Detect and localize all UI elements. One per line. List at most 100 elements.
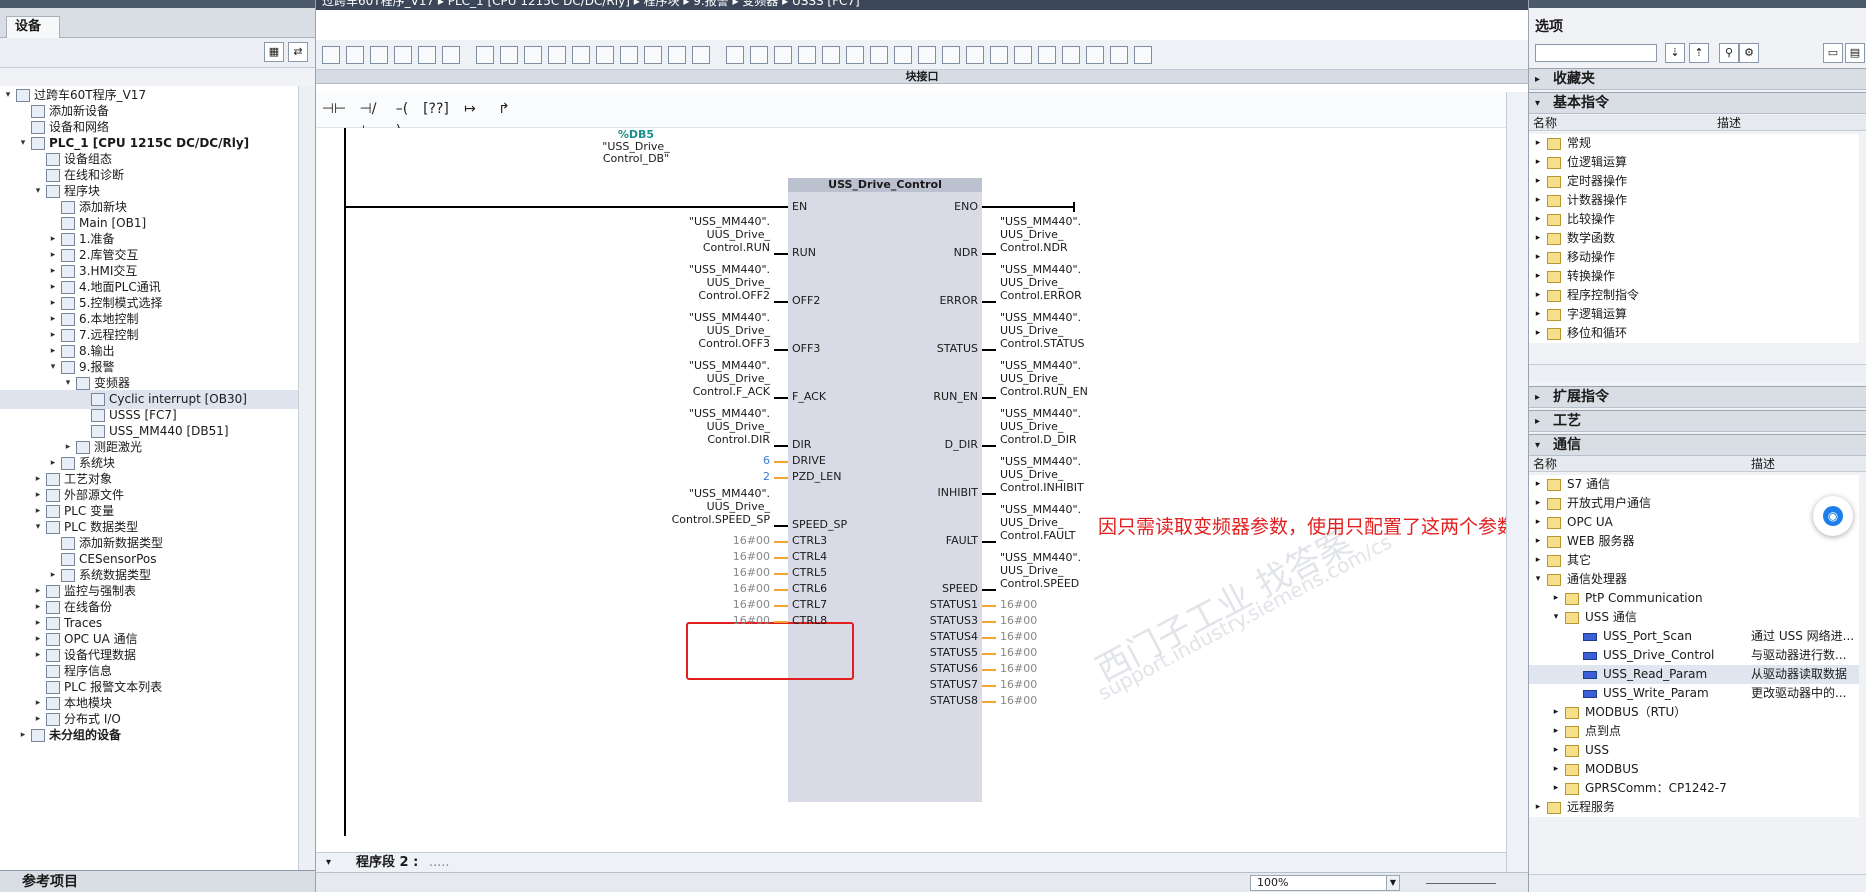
tree-item[interactable]: ▸ 未分组的设备 [0, 726, 298, 745]
expand-icon[interactable]: ▸ [1551, 722, 1561, 741]
output-operand[interactable]: 16#00 [1000, 630, 1037, 643]
input-operand[interactable]: 16#00 [733, 582, 770, 595]
basic-instruction-item[interactable]: ▸ 位逻辑运算 [1529, 153, 1859, 172]
basic-instruction-item[interactable]: ▸ 转换操作 [1529, 267, 1859, 286]
input-operand[interactable]: "USS_MM440". UUS_Drive_ Control.OFF3 [689, 311, 770, 350]
output-operand[interactable]: "USS_MM440". UUS_Drive_ Control.STATUS [1000, 311, 1085, 350]
basic-instruction-item[interactable]: ▸ 数学函数 [1529, 229, 1859, 248]
editor-tool-icon[interactable] [644, 46, 662, 64]
input-operand[interactable]: 16#00 [733, 534, 770, 547]
editor-tool-icon[interactable] [476, 46, 494, 64]
view-detail-icon[interactable]: ▤ [1845, 43, 1865, 63]
comm-instruction-item[interactable]: ▸ WEB 服务器 [1529, 532, 1859, 551]
tab-devices[interactable]: 设备 [6, 16, 60, 38]
comm-instruction-item[interactable]: ▸ S7 通信 [1529, 475, 1859, 494]
instance-db-name-2[interactable]: Control_DB" [426, 153, 846, 165]
editor-tool-icon[interactable] [894, 46, 912, 64]
expand-icon[interactable]: ▸ [1551, 703, 1561, 722]
ladder-element-button[interactable]: –( )– [388, 98, 416, 139]
editor-tool-icon[interactable] [750, 46, 768, 64]
instruction-search-input[interactable] [1535, 44, 1657, 62]
section-communication[interactable]: ▾ 通信 [1529, 434, 1866, 456]
basic-instruction-item[interactable]: ▸ 计数器操作 [1529, 191, 1859, 210]
settings-icon[interactable]: ⚙ [1739, 43, 1759, 63]
comm-instruction-item[interactable]: ▸ OPC UA [1529, 513, 1859, 532]
comm-instruction-item[interactable]: USS_Write_Param 更改驱动器中的... [1529, 684, 1859, 703]
editor-tool-icon[interactable] [774, 46, 792, 64]
editor-tool-icon[interactable] [1014, 46, 1032, 64]
network-2-header[interactable]: ▾ 程序段 2 : ..... [316, 852, 1506, 872]
expand-icon[interactable]: ▸ [17, 726, 29, 745]
editor-tool-icon[interactable] [572, 46, 590, 64]
editor-tool-icon[interactable] [620, 46, 638, 64]
block-interface-bar[interactable]: 块接口 [316, 70, 1528, 84]
comm-instruction-item[interactable]: USS_Drive_Control 与驱动器进行数... [1529, 646, 1859, 665]
output-operand[interactable]: "USS_MM440". UUS_Drive_ Control.ERROR [1000, 263, 1082, 302]
expand-icon[interactable]: ▸ [1533, 210, 1543, 229]
zoom-slider[interactable] [1426, 883, 1496, 884]
editor-tool-icon[interactable] [418, 46, 436, 64]
editor-tool-icon[interactable] [668, 46, 686, 64]
output-operand[interactable]: "USS_MM440". UUS_Drive_ Control.D_DIR [1000, 407, 1081, 446]
editor-tool-icon[interactable] [1038, 46, 1056, 64]
comm-instruction-item[interactable]: USS_Read_Param 从驱动器读取数据 [1529, 665, 1859, 684]
section-technology[interactable]: ▸ 工艺 [1529, 410, 1866, 432]
editor-tool-icon[interactable] [942, 46, 960, 64]
editor-tool-icon[interactable] [548, 46, 566, 64]
output-operand[interactable]: "USS_MM440". UUS_Drive_ Control.RUN_EN [1000, 359, 1088, 398]
ladder-canvas[interactable]: %DB5 "USS_Drive_ Control_DB" USS_Drive_C… [316, 128, 1506, 852]
output-operand[interactable]: 16#00 [1000, 678, 1037, 691]
expand-icon[interactable]: ▸ [1533, 134, 1543, 153]
output-operand[interactable]: 16#00 [1000, 646, 1037, 659]
comm-instruction-item[interactable]: ▾ USS 通信 [1529, 608, 1859, 627]
expand-icon[interactable]: ▸ [1533, 494, 1543, 513]
editor-tool-icon[interactable] [990, 46, 1008, 64]
expand-icon[interactable]: ▸ [1533, 532, 1543, 551]
editor-tool-icon[interactable] [596, 46, 614, 64]
support-chat-button[interactable]: ◉ [1813, 496, 1853, 536]
editor-tool-icon[interactable] [394, 46, 412, 64]
view-list-icon[interactable]: ▭ [1823, 43, 1843, 63]
expand-icon[interactable]: ▸ [1551, 760, 1561, 779]
editor-tool-icon[interactable] [442, 46, 460, 64]
editor-tool-icon[interactable] [322, 46, 340, 64]
search-up-icon[interactable]: ⇡ [1689, 43, 1709, 63]
basic-instruction-item[interactable]: ▸ 字逻辑运算 [1529, 305, 1859, 324]
expand-icon[interactable]: ▸ [1551, 741, 1561, 760]
editor-tool-icon[interactable] [846, 46, 864, 64]
expand-icon[interactable]: ▸ [1533, 248, 1543, 267]
ladder-element-button[interactable]: ↦ [456, 98, 484, 120]
comm-instruction-item[interactable]: ▸ USS [1529, 741, 1859, 760]
editor-tool-icon[interactable] [346, 46, 364, 64]
comm-instruction-item[interactable]: ▸ 开放式用户通信 [1529, 494, 1859, 513]
output-operand[interactable]: "USS_MM440". UUS_Drive_ Control.SPEED [1000, 551, 1081, 590]
comm-instruction-item[interactable]: ▸ GPRSComm：CP1242-7 [1529, 779, 1859, 798]
expand-icon[interactable]: ▸ [1533, 229, 1543, 248]
editor-tool-icon[interactable] [500, 46, 518, 64]
output-operand[interactable]: "USS_MM440". UUS_Drive_ Control.INHIBIT [1000, 455, 1084, 494]
editor-tool-icon[interactable] [524, 46, 542, 64]
input-operand[interactable]: "USS_MM440". UUS_Drive_ Control.F_ACK [689, 359, 770, 398]
input-operand[interactable]: 2 [763, 470, 770, 483]
section-extended[interactable]: ▸ 扩展指令 [1529, 386, 1866, 408]
output-operand[interactable]: 16#00 [1000, 598, 1037, 611]
editor-tool-icon[interactable] [1062, 46, 1080, 64]
editor-tool-icon[interactable] [692, 46, 710, 64]
output-operand[interactable]: 16#00 [1000, 694, 1037, 707]
comm-instruction-item[interactable]: ▸ 远程服务 [1529, 798, 1859, 817]
expand-icon[interactable]: ▸ [1533, 513, 1543, 532]
network-2-comment[interactable]: ..... [429, 855, 450, 870]
zoom-dropdown-icon[interactable]: ▼ [1386, 875, 1400, 891]
editor-tool-icon[interactable] [822, 46, 840, 64]
search-down-icon[interactable]: ⇣ [1665, 43, 1685, 63]
input-operand[interactable]: "USS_MM440". UUS_Drive_ Control.OFF2 [689, 263, 770, 302]
comm-instruction-item[interactable]: ▸ 点到点 [1529, 722, 1859, 741]
expand-icon[interactable]: ▸ [1533, 172, 1543, 191]
basic-instruction-item[interactable]: ▸ 移动操作 [1529, 248, 1859, 267]
tree-scrollbar[interactable] [298, 86, 315, 870]
ladder-element-button[interactable]: ⊣/⊢ [354, 98, 382, 139]
input-operand[interactable]: "USS_MM440". UUS_Drive_ Control.DIR [689, 407, 770, 446]
editor-tool-icon[interactable] [966, 46, 984, 64]
basic-hscrollbar[interactable] [1529, 364, 1866, 382]
expand-icon[interactable]: ▸ [1533, 286, 1543, 305]
